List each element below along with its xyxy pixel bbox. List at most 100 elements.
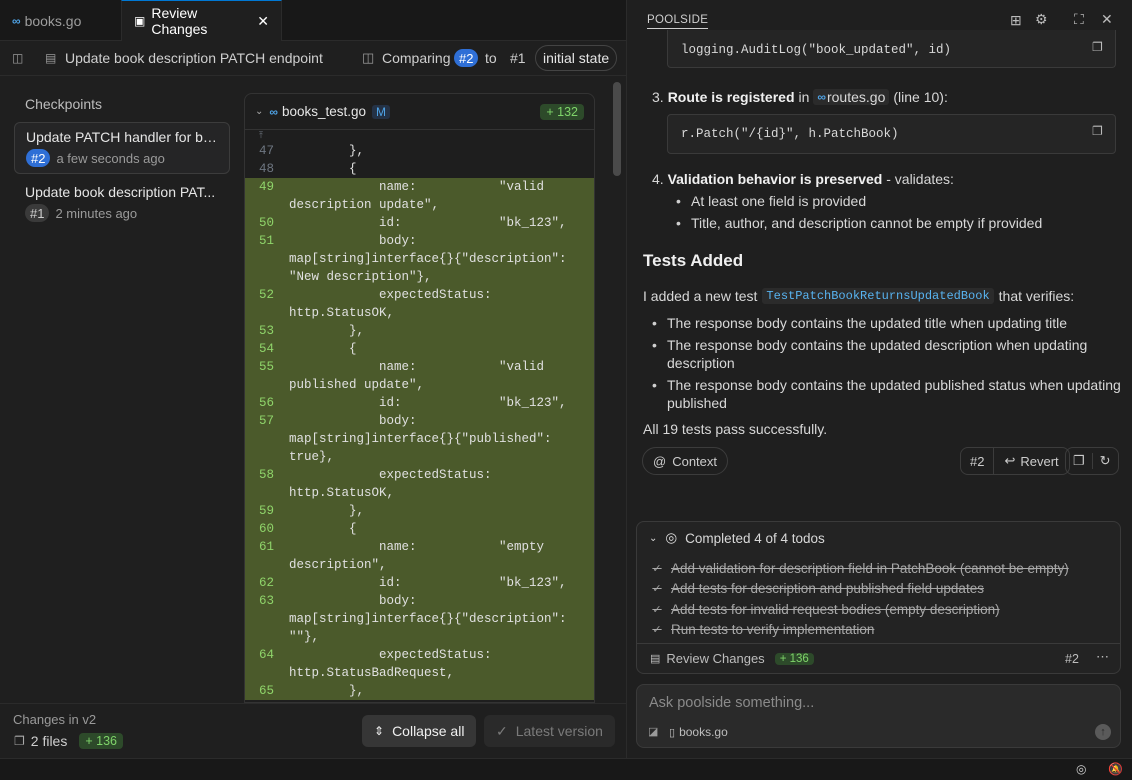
todo-label: Run tests to verify implementation (671, 622, 875, 637)
line-code: expectedStatus: (289, 468, 492, 482)
poolside-icon[interactable]: ◎ (1076, 762, 1086, 776)
context-file-chip[interactable]: ▯ books.go (669, 725, 728, 739)
file-icon: ▯ (669, 726, 676, 739)
todos-card: ⌄ ◎ Completed 4 of 4 todos ✓ Add validati… (636, 521, 1121, 674)
status-bar: ◎ 🔕 (0, 758, 1132, 780)
list-text: in (798, 89, 810, 105)
checkmark-icon: ✓ (652, 624, 662, 636)
added-count: + 132 (540, 103, 584, 120)
new-chat-icon[interactable]: ⊞ (1010, 12, 1022, 29)
line-number (245, 376, 289, 394)
diff-file-header[interactable]: ⌄ ∞ books_test.go M + 132 (245, 94, 594, 130)
collapse-all-button[interactable]: ⇕ Collapse all (362, 715, 477, 747)
latest-version-button[interactable]: ✓ Latest version (484, 715, 615, 747)
line-code: name: "valid (289, 360, 545, 374)
checkpoints-heading: Checkpoints (25, 96, 103, 112)
compare-icon: ◫ (362, 50, 375, 65)
ask-input-box[interactable]: Ask poolside something... ◪ ▯ books.go ↑ (636, 684, 1121, 748)
checkpoint-item[interactable]: Update book description PAT... #1 2 minut… (14, 178, 230, 228)
review-changes-link[interactable]: ▤ Review Changes + 136 (650, 651, 814, 666)
diff-line: true}, (245, 448, 594, 466)
more-icon[interactable]: ⋯ (1096, 649, 1109, 665)
line-code: { (289, 162, 357, 176)
line-code: }, (289, 324, 365, 338)
tab-review-changes[interactable]: ▣ Review Changes ✕ (121, 0, 282, 41)
diff-line: 55 name: "valid (245, 358, 594, 376)
close-icon[interactable]: ✕ (1101, 11, 1113, 28)
sidebar-toggle-icon[interactable]: ◫ (12, 51, 23, 65)
file-chip[interactable]: ∞ routes.go (813, 89, 890, 105)
line-number: 59 (259, 504, 275, 518)
tab-books-go[interactable]: ∞ books.go (0, 0, 121, 41)
checkpoint-badge: #2 (26, 149, 51, 167)
collapse-icon: ⇕ (374, 724, 385, 738)
checkpoint-item[interactable]: Update PATCH handler for bo... #2 a few s… (14, 122, 230, 174)
list-number: 4. (652, 171, 664, 187)
close-icon[interactable]: ✕ (257, 13, 269, 30)
bullet-text: The response body contains the updated p… (667, 377, 1121, 393)
diff-line: description update", (245, 196, 594, 214)
todo-label: Add validation for description field in … (671, 561, 1069, 576)
checkpoint-title: Update PATCH handler for bo... (26, 129, 218, 145)
checkpoint-time: a few seconds ago (56, 150, 165, 166)
line-number (245, 430, 289, 448)
line-number: 47 (259, 144, 275, 158)
todos-header[interactable]: ⌄ ◎ Completed 4 of 4 todos (649, 530, 825, 546)
copy-icon[interactable]: ❐ (1092, 124, 1103, 138)
line-code: http.StatusOK, (289, 486, 395, 500)
to-badge[interactable]: #1 (510, 50, 526, 66)
line-number (245, 664, 289, 682)
line-number: 64 (259, 648, 275, 662)
line-code: map[string]interface{}{"description": (289, 612, 567, 626)
checkmark-icon: ✓ (652, 563, 662, 575)
expand-up-icon[interactable]: ⤒ (245, 130, 289, 142)
line-code: }, (289, 684, 365, 698)
list-number: 3. (652, 89, 664, 105)
diff-line: 57 body: (245, 412, 594, 430)
inline-code: TestPatchBookReturnsUpdatedBook (762, 288, 994, 304)
line-code: id: "bk_123", (289, 576, 567, 590)
todo-label: Add tests for invalid request bodies (em… (671, 602, 1000, 617)
bell-muted-icon[interactable]: 🔕 (1108, 762, 1123, 776)
diff-line: 53 }, (245, 322, 594, 340)
maximize-icon[interactable]: ⛶ (1074, 11, 1084, 28)
from-badge[interactable]: #2 (454, 49, 479, 67)
checkpoint-icon: ▤ (45, 51, 57, 65)
line-code: description", (289, 558, 387, 572)
diff-line: 50 id: "bk_123", (245, 214, 594, 232)
todo-item[interactable]: ✓ Run tests to verify implementation (651, 622, 874, 637)
scrollbar[interactable] (613, 82, 621, 176)
todo-item[interactable]: ✓ Add tests for invalid request bodies (e… (651, 602, 1000, 617)
copy-icon[interactable]: ❐ (1066, 453, 1092, 469)
context-button[interactable]: @ Context (642, 447, 729, 475)
changes-label: Changes in v2 (13, 712, 97, 727)
diff-line: 65 }, (245, 682, 594, 700)
tab-label: books.go (24, 12, 82, 29)
ask-input[interactable]: Ask poolside something... (649, 695, 814, 711)
latest-label: Latest version (515, 723, 603, 739)
copy-icon[interactable]: ❐ (1092, 40, 1103, 54)
at-icon: @ (653, 453, 667, 469)
list-strong: Validation behavior is preserved (667, 171, 883, 187)
diff-line: http.StatusOK, (245, 484, 594, 502)
panel-title: POOLSIDE (647, 14, 709, 29)
chevron-down-icon[interactable]: ⌄ (255, 106, 263, 117)
diff-line: 60 { (245, 520, 594, 538)
chevron-down-icon: ⌄ (649, 532, 658, 544)
diff-line: 63 body: (245, 592, 594, 610)
send-icon[interactable]: ↑ (1095, 724, 1111, 740)
gear-icon[interactable]: ⚙ (1035, 11, 1048, 28)
refresh-icon[interactable]: ↻ (1091, 453, 1118, 469)
revert-button[interactable]: ↩ Revert (994, 453, 1068, 469)
summary-text: All 19 tests pass successfully. (643, 421, 828, 437)
diff-line: map[string]interface{}{"published": (245, 430, 594, 448)
diff-line: 54 { (245, 340, 594, 358)
initial-state-button[interactable]: initial state (535, 45, 618, 71)
todo-item[interactable]: ✓ Add validation for description field in… (651, 561, 1069, 576)
diff-line: 48 { (245, 160, 594, 178)
line-code: map[string]interface{}{"published": (289, 432, 552, 446)
attach-icon[interactable]: ◪ (648, 725, 658, 738)
line-code: { (289, 342, 357, 356)
todo-item[interactable]: ✓ Add tests for description and published… (651, 581, 984, 596)
line-code: id: "bk_123", (289, 216, 567, 230)
